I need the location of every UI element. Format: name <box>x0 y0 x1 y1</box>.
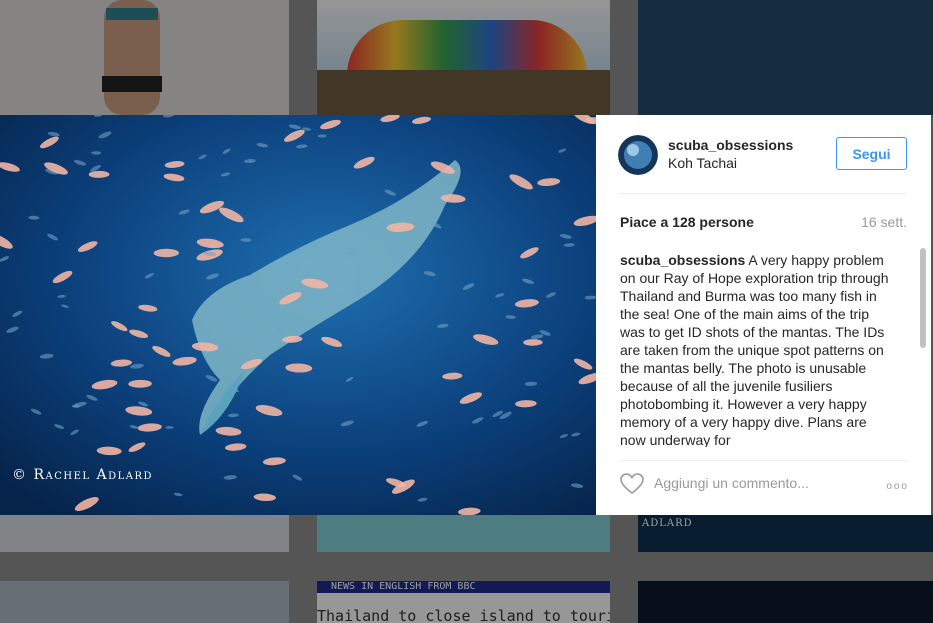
caption-scrollbar[interactable] <box>919 248 927 448</box>
likes-count[interactable]: Piace a 128 persone <box>620 214 754 230</box>
comment-bar: Aggiungi un commento... ooo <box>620 460 909 501</box>
follow-button[interactable]: Segui <box>836 137 907 170</box>
post-caption: scuba_obsessions A very happy problem on… <box>620 251 892 447</box>
fish <box>165 426 174 429</box>
post-header: scuba_obsessions Koh Tachai Segui <box>618 135 907 194</box>
caption-text: A very happy problem on our Ray of Hope … <box>620 252 889 447</box>
post-location[interactable]: Koh Tachai <box>668 155 737 171</box>
photo-credit: © Rachel Adlard <box>12 467 154 483</box>
post-username[interactable]: scuba_obsessions <box>668 137 793 153</box>
post-photo[interactable]: © Rachel Adlard <box>0 115 596 515</box>
caption-username[interactable]: scuba_obsessions <box>620 252 745 268</box>
post-age[interactable]: 16 sett. <box>861 214 907 230</box>
comment-input[interactable]: Aggiungi un commento... <box>654 475 809 491</box>
heart-icon[interactable] <box>620 473 644 500</box>
manta-ray-illustration <box>0 115 596 515</box>
scrollbar-thumb[interactable] <box>920 248 926 348</box>
post-side-panel: scuba_obsessions Koh Tachai Segui Piace … <box>596 115 931 515</box>
more-options-button[interactable]: ooo <box>886 481 909 492</box>
avatar[interactable] <box>618 135 658 175</box>
